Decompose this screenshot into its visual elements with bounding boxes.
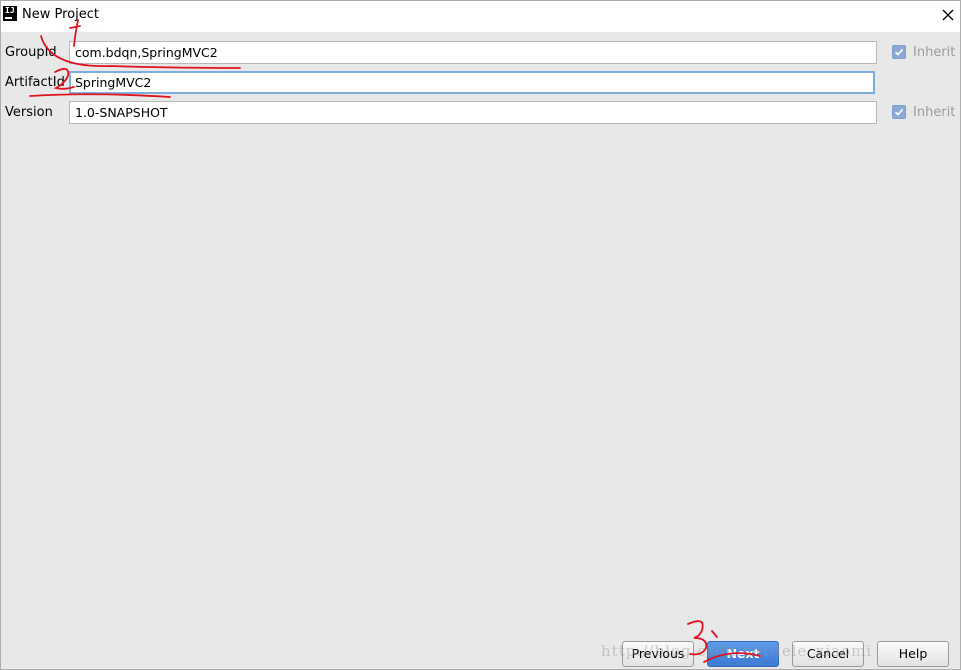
version-inherit[interactable]: Inherit — [892, 104, 955, 120]
group-id-input[interactable] — [69, 41, 877, 64]
help-button[interactable]: Help — [877, 641, 949, 667]
window-title: New Project — [22, 7, 99, 22]
artifact-id-label: ArtifactId — [5, 75, 65, 90]
new-project-dialog: IJ New Project GroupId Inherit ArtifactI… — [0, 0, 961, 670]
next-button[interactable]: Next — [707, 641, 779, 667]
cancel-button[interactable]: Cancel — [792, 641, 864, 667]
close-icon[interactable] — [938, 5, 958, 25]
title-bar: IJ New Project — [1, 1, 960, 32]
group-id-inherit-checkbox[interactable] — [892, 45, 906, 59]
version-inherit-checkbox[interactable] — [892, 105, 906, 119]
group-id-inherit[interactable]: Inherit — [892, 44, 955, 60]
version-input[interactable] — [69, 101, 877, 124]
checkmark-icon — [894, 48, 904, 56]
group-id-label: GroupId — [5, 45, 57, 60]
previous-button[interactable]: Previous — [622, 641, 694, 667]
checkmark-icon — [894, 108, 904, 116]
intellij-icon: IJ — [3, 6, 17, 21]
version-inherit-label: Inherit — [913, 104, 956, 120]
version-label: Version — [5, 105, 53, 120]
artifact-id-input[interactable] — [69, 71, 875, 94]
group-id-inherit-label: Inherit — [913, 44, 956, 60]
